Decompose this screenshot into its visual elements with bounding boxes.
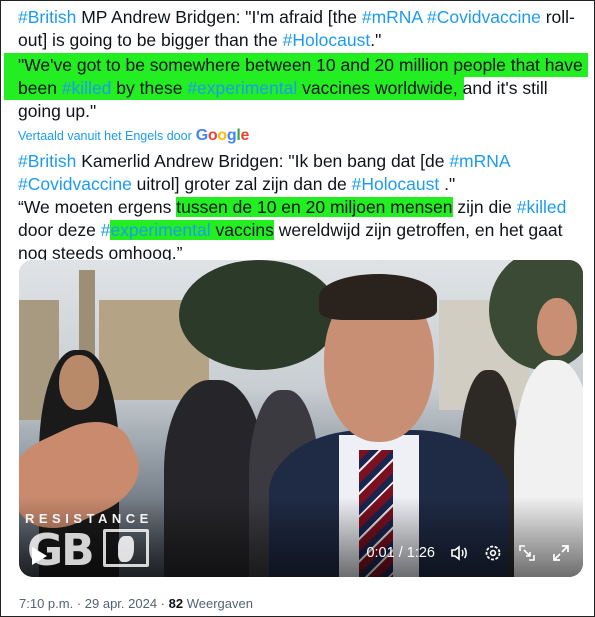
- hashtag-link[interactable]: #mRNA: [449, 151, 510, 171]
- hashtag-link[interactable]: #British: [18, 7, 76, 27]
- tweet-date[interactable]: 29 apr. 2024: [85, 596, 157, 611]
- hashtag-link[interactable]: #Covidvaccine: [427, 7, 541, 27]
- text-span: .": [439, 174, 456, 194]
- text-span: uitrol] groter zal zijn dan de: [131, 174, 352, 194]
- original-line-5: going up.": [18, 100, 588, 123]
- text-span: vaccines worldwide,: [297, 78, 458, 98]
- hashtag-link[interactable]: #: [101, 220, 111, 240]
- crowd-face: [537, 298, 577, 356]
- hashtag-link[interactable]: #Covidvaccine: [18, 174, 132, 194]
- exit-fullscreen-icon[interactable]: [517, 543, 537, 563]
- hashtag-link[interactable]: #mRNA: [362, 7, 422, 27]
- crowd-face: [59, 355, 99, 410]
- text-span: MP Andrew Bridgen: "I'm afraid [the: [76, 7, 362, 27]
- uk-map-icon: [103, 529, 149, 567]
- hashtag-link[interactable]: #Holocaust: [283, 30, 371, 50]
- hashtag-link[interactable]: #British: [18, 151, 76, 171]
- video-time: 0:01 / 1:26: [366, 545, 435, 561]
- original-line-4: been #killed by these #experimental vacc…: [18, 77, 588, 100]
- tweet-footer: 7:10 p.m. · 29 apr. 2024 · 82 Weergaven: [19, 596, 253, 611]
- text-span: "We've got to be somewhere between 10 an…: [18, 55, 583, 75]
- tower-shape: [79, 270, 95, 360]
- separator: ·: [157, 596, 169, 611]
- text-span: roll-: [540, 7, 575, 27]
- text-span: “We moeten ergens: [18, 197, 177, 217]
- text-span: been: [18, 78, 62, 98]
- tweet-original-text: #British MP Andrew Bridgen: "I'm afraid …: [18, 6, 590, 52]
- text-span: wereldwijd zijn getroffen, en het gaat: [273, 220, 563, 240]
- view-count: 82: [168, 596, 184, 611]
- original-line-3: "We've got to be somewhere between 10 an…: [18, 54, 588, 77]
- video-player[interactable]: RESISTANCE GB 0:01 / 1:26: [19, 260, 583, 577]
- highlighted-text: tussen de 10 en 20 miljoen mensen: [176, 197, 453, 217]
- google-logo: Google: [195, 127, 250, 144]
- translation-line-2: #Covidvaccine uitrol] groter zal zijn da…: [18, 173, 588, 196]
- play-icon[interactable]: [32, 547, 47, 565]
- interviewee-hair: [319, 274, 437, 320]
- tweet-original-quote: "We've got to be somewhere between 10 an…: [18, 54, 588, 123]
- text-span: out] is going to be bigger than the: [18, 30, 283, 50]
- text-span: Kamerlid Andrew Bridgen: "Ik ben bang da…: [76, 151, 450, 171]
- translation-line-1: #British Kamerlid Andrew Bridgen: "Ik be…: [18, 150, 588, 173]
- text-span: going up.": [18, 101, 97, 121]
- translation-line-4: door deze #experimental vaccins wereldwi…: [18, 219, 588, 242]
- hashtag-link[interactable]: #experimental: [187, 78, 297, 98]
- brand-resistance: RESISTANCE: [25, 511, 153, 526]
- view-label: Weergaven: [183, 596, 253, 611]
- translated-by-label: Vertaald vanuit het Engels door: [18, 129, 192, 143]
- hashtag-link[interactable]: #killed: [62, 78, 112, 98]
- text-span: .": [370, 30, 382, 50]
- video-controls: 0:01 / 1:26: [366, 543, 571, 563]
- text-span: by these: [111, 78, 188, 98]
- tweet-translation-text: #British Kamerlid Andrew Bridgen: "Ik be…: [18, 150, 588, 265]
- hashtag-link[interactable]: #Holocaust: [352, 174, 440, 194]
- text-span: vaccins: [210, 220, 274, 240]
- fullscreen-icon[interactable]: [551, 543, 571, 563]
- text-span: and it's still: [457, 78, 548, 98]
- translation-line-3: “We moeten ergens tussen de 10 en 20 mil…: [18, 196, 588, 219]
- separator: ·: [73, 596, 85, 611]
- settings-icon[interactable]: [483, 543, 503, 563]
- text-span: zijn die: [452, 197, 517, 217]
- hashtag-link[interactable]: #killed: [517, 197, 567, 217]
- palm-tree: [179, 260, 339, 370]
- translated-by-note[interactable]: Vertaald vanuit het Engels door Google: [18, 127, 249, 145]
- original-line-1: #British MP Andrew Bridgen: "I'm afraid …: [18, 6, 590, 29]
- volume-icon[interactable]: [449, 543, 469, 563]
- tweet-time[interactable]: 7:10 p.m.: [19, 596, 73, 611]
- text-span: door deze: [18, 220, 101, 240]
- original-line-2: out] is going to be bigger than the #Hol…: [18, 29, 590, 52]
- highlighted-text: experimental vaccins: [110, 220, 274, 240]
- hashtag-link[interactable]: experimental: [110, 220, 210, 240]
